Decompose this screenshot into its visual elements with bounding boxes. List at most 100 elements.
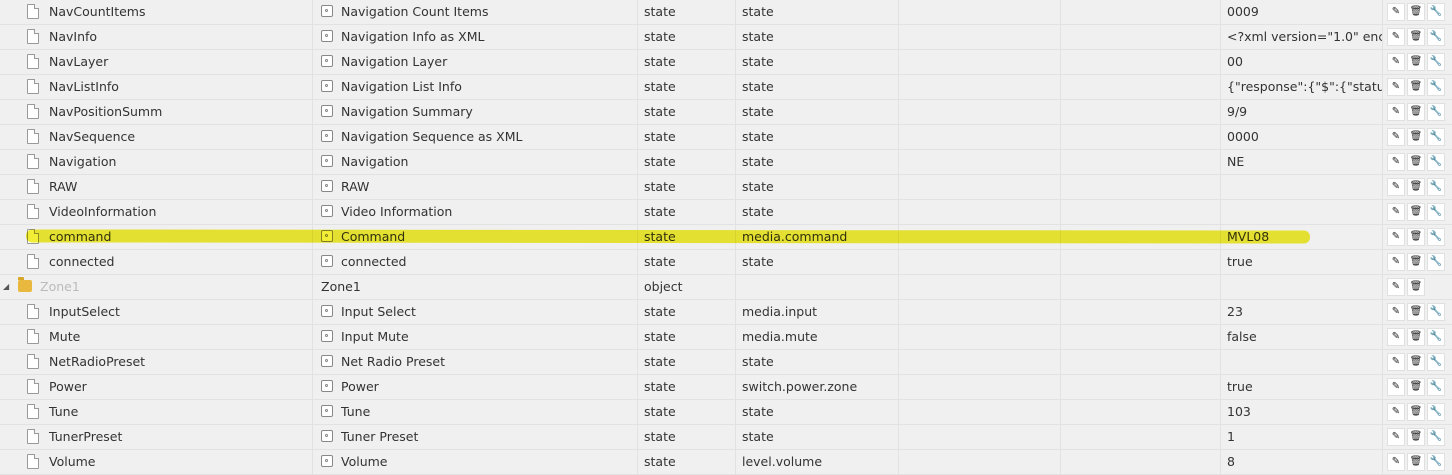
value-cell[interactable]: 8 bbox=[1221, 450, 1383, 474]
delete-button[interactable]: 🗑 bbox=[1407, 353, 1425, 371]
settings-button[interactable]: 🔧 bbox=[1427, 128, 1445, 146]
delete-button[interactable]: 🗑 bbox=[1407, 378, 1425, 396]
edit-button[interactable]: ✎ bbox=[1387, 253, 1405, 271]
id-cell[interactable]: Navigation bbox=[0, 150, 313, 174]
edit-button[interactable]: ✎ bbox=[1387, 278, 1405, 296]
table-row[interactable]: Mute Input Mute state media.mute false ✎ 🗑 🔧 bbox=[0, 325, 1452, 350]
delete-button[interactable]: 🗑 bbox=[1407, 103, 1425, 121]
id-cell[interactable]: Volume bbox=[0, 450, 313, 474]
value-cell[interactable]: 1 bbox=[1221, 425, 1383, 449]
table-row[interactable]: NavListInfo Navigation List Info state stat… bbox=[0, 75, 1452, 100]
value-cell[interactable] bbox=[1221, 275, 1383, 299]
edit-button[interactable]: ✎ bbox=[1387, 128, 1405, 146]
settings-button[interactable]: 🔧 bbox=[1427, 403, 1445, 421]
settings-button[interactable]: 🔧 bbox=[1427, 303, 1445, 321]
edit-button[interactable]: ✎ bbox=[1387, 378, 1405, 396]
delete-button[interactable]: 🗑 bbox=[1407, 403, 1425, 421]
value-cell[interactable]: MVL08 bbox=[1221, 225, 1383, 249]
id-cell[interactable]: NavListInfo bbox=[0, 75, 313, 99]
collapse-triangle-icon[interactable]: ◢ bbox=[3, 275, 9, 299]
delete-button[interactable]: 🗑 bbox=[1407, 178, 1425, 196]
id-cell[interactable]: InputSelect bbox=[0, 300, 313, 324]
settings-button[interactable]: 🔧 bbox=[1427, 428, 1445, 446]
id-cell[interactable]: NetRadioPreset bbox=[0, 350, 313, 374]
table-row[interactable]: TunerPreset Tuner Preset state state 1 ✎ 🗑 🔧 bbox=[0, 425, 1452, 450]
delete-button[interactable]: 🗑 bbox=[1407, 128, 1425, 146]
settings-button[interactable]: 🔧 bbox=[1427, 78, 1445, 96]
table-row[interactable]: NavSequence Navigation Sequence as XML sta… bbox=[0, 125, 1452, 150]
settings-button[interactable]: 🔧 bbox=[1427, 203, 1445, 221]
id-cell[interactable]: command bbox=[0, 225, 313, 249]
delete-button[interactable]: 🗑 bbox=[1407, 228, 1425, 246]
table-row[interactable]: Power Power state switch.power.zone true ✎ 🗑 🔧 bbox=[0, 375, 1452, 400]
settings-button[interactable]: 🔧 bbox=[1427, 353, 1445, 371]
table-row[interactable]: NavInfo Navigation Info as XML state state <… bbox=[0, 25, 1452, 50]
id-cell[interactable]: Tune bbox=[0, 400, 313, 424]
settings-button[interactable]: 🔧 bbox=[1427, 153, 1445, 171]
table-row[interactable]: NavLayer Navigation Layer state state 00 ✎ 🗑 🔧 bbox=[0, 50, 1452, 75]
delete-button[interactable]: 🗑 bbox=[1407, 328, 1425, 346]
edit-button[interactable]: ✎ bbox=[1387, 78, 1405, 96]
id-cell[interactable]: TunerPreset bbox=[0, 425, 313, 449]
id-cell[interactable]: NavPositionSumm bbox=[0, 100, 313, 124]
settings-button[interactable]: 🔧 bbox=[1427, 103, 1445, 121]
delete-button[interactable]: 🗑 bbox=[1407, 53, 1425, 71]
table-row[interactable]: VideoInformation Video Information state st… bbox=[0, 200, 1452, 225]
value-cell[interactable] bbox=[1221, 175, 1383, 199]
table-row[interactable]: RAW RAW state state ✎ 🗑 🔧 bbox=[0, 175, 1452, 200]
value-cell[interactable]: {"response":{"$":{"status":"c bbox=[1221, 75, 1383, 99]
id-cell[interactable]: VideoInformation bbox=[0, 200, 313, 224]
delete-button[interactable]: 🗑 bbox=[1407, 28, 1425, 46]
table-row[interactable]: NavPositionSumm Navigation Summary state st… bbox=[0, 100, 1452, 125]
edit-button[interactable]: ✎ bbox=[1387, 228, 1405, 246]
edit-button[interactable]: ✎ bbox=[1387, 353, 1405, 371]
value-cell[interactable]: 00 bbox=[1221, 50, 1383, 74]
id-cell[interactable]: NavCountItems bbox=[0, 0, 313, 24]
settings-button[interactable]: 🔧 bbox=[1427, 3, 1445, 21]
value-cell[interactable] bbox=[1221, 200, 1383, 224]
edit-button[interactable]: ✎ bbox=[1387, 53, 1405, 71]
table-row[interactable]: NetRadioPreset Net Radio Preset state state… bbox=[0, 350, 1452, 375]
edit-button[interactable]: ✎ bbox=[1387, 153, 1405, 171]
value-cell[interactable]: false bbox=[1221, 325, 1383, 349]
id-cell[interactable]: NavInfo bbox=[0, 25, 313, 49]
id-cell[interactable]: Mute bbox=[0, 325, 313, 349]
edit-button[interactable]: ✎ bbox=[1387, 403, 1405, 421]
tree-folder-row[interactable]: ◢ Zone1 Zone1 object ✎ 🗑 bbox=[0, 275, 1452, 300]
value-cell[interactable]: true bbox=[1221, 250, 1383, 274]
id-cell[interactable]: Power bbox=[0, 375, 313, 399]
value-cell[interactable]: NE bbox=[1221, 150, 1383, 174]
delete-button[interactable]: 🗑 bbox=[1407, 253, 1425, 271]
edit-button[interactable]: ✎ bbox=[1387, 203, 1405, 221]
settings-button[interactable]: 🔧 bbox=[1427, 28, 1445, 46]
settings-button[interactable]: 🔧 bbox=[1427, 228, 1445, 246]
value-cell[interactable]: 9/9 bbox=[1221, 100, 1383, 124]
edit-button[interactable]: ✎ bbox=[1387, 453, 1405, 471]
settings-button[interactable]: 🔧 bbox=[1427, 453, 1445, 471]
table-row[interactable]: Navigation Navigation state state NE ✎ 🗑 🔧 bbox=[0, 150, 1452, 175]
edit-button[interactable]: ✎ bbox=[1387, 28, 1405, 46]
delete-button[interactable]: 🗑 bbox=[1407, 203, 1425, 221]
value-cell[interactable]: 0000 bbox=[1221, 125, 1383, 149]
edit-button[interactable]: ✎ bbox=[1387, 3, 1405, 21]
settings-button[interactable]: 🔧 bbox=[1427, 378, 1445, 396]
id-cell[interactable]: NavLayer bbox=[0, 50, 313, 74]
edit-button[interactable]: ✎ bbox=[1387, 328, 1405, 346]
delete-button[interactable]: 🗑 bbox=[1407, 303, 1425, 321]
table-row[interactable]: Tune Tune state state 103 ✎ 🗑 🔧 bbox=[0, 400, 1452, 425]
settings-button[interactable]: 🔧 bbox=[1427, 178, 1445, 196]
edit-button[interactable]: ✎ bbox=[1387, 428, 1405, 446]
value-cell[interactable]: <?xml version="1.0" encod bbox=[1221, 25, 1383, 49]
table-row[interactable]: InputSelect Input Select state media.input 2… bbox=[0, 300, 1452, 325]
value-cell[interactable] bbox=[1221, 350, 1383, 374]
edit-button[interactable]: ✎ bbox=[1387, 178, 1405, 196]
id-cell[interactable]: RAW bbox=[0, 175, 313, 199]
settings-button[interactable]: 🔧 bbox=[1427, 253, 1445, 271]
delete-button[interactable]: 🗑 bbox=[1407, 153, 1425, 171]
delete-button[interactable]: 🗑 bbox=[1407, 278, 1425, 296]
settings-button[interactable]: 🔧 bbox=[1427, 53, 1445, 71]
delete-button[interactable]: 🗑 bbox=[1407, 428, 1425, 446]
value-cell[interactable]: 103 bbox=[1221, 400, 1383, 424]
id-cell[interactable]: NavSequence bbox=[0, 125, 313, 149]
value-cell[interactable]: 23 bbox=[1221, 300, 1383, 324]
